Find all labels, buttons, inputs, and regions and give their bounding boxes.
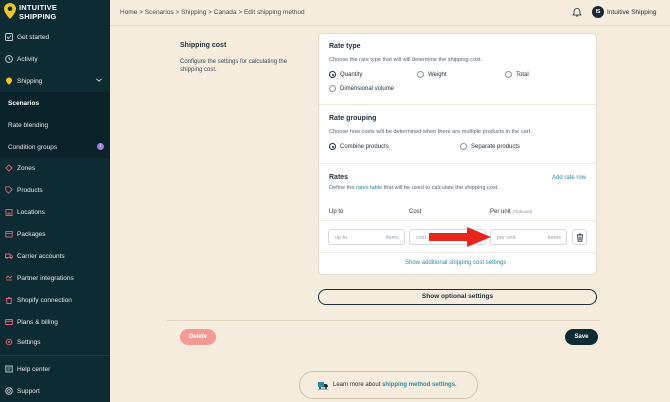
shopify-icon [1, 296, 17, 304]
globe-icon [1, 164, 17, 172]
sidebar-item-support[interactable]: Support [0, 380, 110, 402]
divider [319, 163, 596, 164]
radio-indicator [417, 71, 424, 78]
gear-icon [1, 338, 17, 346]
column-per-unit: Per unit (Optional) [490, 209, 533, 215]
section-title: Shipping cost [180, 42, 227, 49]
shipping-method-settings-link[interactable]: shipping method settings [382, 382, 455, 388]
delete-button[interactable]: Delete [180, 329, 216, 345]
rates-table-link[interactable]: rates table [356, 185, 382, 191]
sidebar-item-shipping[interactable]: Shipping [0, 70, 110, 92]
building-icon [1, 208, 17, 216]
radio-quantity[interactable]: Quantity [329, 71, 362, 78]
user-name[interactable]: Intuitive Shipping [607, 9, 657, 16]
sidebar-item-help-center[interactable]: Help center [0, 358, 110, 380]
column-up-to: Up to [329, 209, 344, 215]
sidebar-item-condition-groups[interactable]: Condition groups i [0, 136, 110, 158]
radio-combine-products[interactable]: Combine products [329, 143, 389, 150]
truck-icon [1, 252, 17, 260]
activity-icon [1, 55, 17, 63]
sidebar-item-locations[interactable]: Locations [0, 201, 110, 223]
sidebar-item-carrier-accounts[interactable]: Carrier accounts [0, 245, 110, 267]
sidebar-divider [0, 355, 110, 356]
rate-grouping-title: Rate grouping [329, 115, 377, 122]
radio-indicator [329, 85, 336, 92]
chevron-down-icon[interactable] [96, 77, 102, 83]
sidebar-item-shopify-connection[interactable]: Shopify connection [0, 289, 110, 311]
radio-selected-indicator [329, 143, 336, 150]
annotation-arrow-icon [429, 227, 491, 247]
delete-row-button[interactable] [572, 229, 587, 245]
add-rate-row-link[interactable]: Add rate row [552, 175, 586, 181]
help-icon [1, 365, 17, 373]
footer-divider [167, 320, 600, 321]
divider [319, 104, 596, 105]
sidebar-item-products[interactable]: Products [0, 179, 110, 201]
brand-name: INTUITIVE SHIPPING [19, 3, 58, 21]
support-icon [1, 387, 17, 395]
partner-icon [1, 274, 17, 282]
up-to-input[interactable]: up to items [328, 229, 405, 245]
radio-selected-indicator [329, 71, 336, 78]
rates-title: Rates [329, 174, 349, 181]
brand-logo[interactable]: INTUITIVE SHIPPING [4, 3, 108, 25]
sidebar-item-partner-integrations[interactable]: Partner integrations [0, 267, 110, 289]
location-pin-icon [4, 3, 16, 19]
bell-icon[interactable] [572, 7, 582, 17]
sidebar: INTUITIVE SHIPPING Get started Activity … [0, 0, 110, 402]
rate-type-title: Rate type [329, 43, 361, 50]
column-cost: Cost [409, 209, 422, 215]
radio-indicator [505, 71, 512, 78]
trash-icon [576, 233, 584, 242]
card-icon [1, 318, 17, 326]
divider [319, 220, 596, 221]
sidebar-item-rate-blending[interactable]: Rate blending [0, 114, 110, 136]
top-bar: Home > Scenarios > Shipping > Canada > E… [110, 0, 670, 26]
truck-icon [317, 382, 329, 390]
radio-weight[interactable]: Weight [417, 71, 447, 78]
section-description: Configure the settings for calculating t… [180, 59, 288, 73]
shipping-icon [1, 77, 17, 85]
info-badge: i [97, 143, 104, 150]
rate-grouping-description: Choose how costs will be determined when… [329, 129, 532, 135]
sidebar-item-settings[interactable]: Settings [0, 331, 110, 353]
radio-indicator [460, 143, 467, 150]
show-optional-settings-button[interactable]: Show optional settings [318, 289, 597, 305]
rates-description: Define the rates table that will be used… [329, 185, 499, 191]
radio-dimensional-volume[interactable]: Dimensional volume [329, 85, 394, 92]
radio-total[interactable]: Total [505, 71, 529, 78]
radio-separate-products[interactable]: Separate products [460, 143, 520, 150]
sidebar-item-activity[interactable]: Activity [0, 48, 110, 70]
rate-type-description: Choose the rate type that will will dete… [329, 57, 482, 63]
package-icon [1, 230, 17, 238]
sidebar-item-scenarios[interactable]: Scenarios [0, 92, 110, 114]
rocket-icon [1, 33, 17, 41]
save-button[interactable]: Save [565, 329, 598, 345]
sidebar-item-zones[interactable]: Zones [0, 157, 110, 179]
breadcrumb[interactable]: Home > Scenarios > Shipping > Canada > E… [120, 9, 305, 16]
sidebar-item-plans-billing[interactable]: Plans & billing [0, 311, 110, 333]
tag-icon [1, 186, 17, 194]
avatar[interactable]: IS [592, 6, 604, 18]
sidebar-item-get-started[interactable]: Get started [0, 26, 110, 48]
per-unit-input[interactable]: per unit items [490, 229, 567, 245]
sidebar-item-packages[interactable]: Packages [0, 223, 110, 245]
learn-more-text: Learn more about shipping method setting… [333, 382, 457, 388]
divider [319, 252, 596, 253]
show-additional-settings-link[interactable]: Show additional shipping cost settings [405, 260, 506, 266]
learn-more-banner[interactable]: Learn more about shipping method setting… [299, 371, 478, 399]
